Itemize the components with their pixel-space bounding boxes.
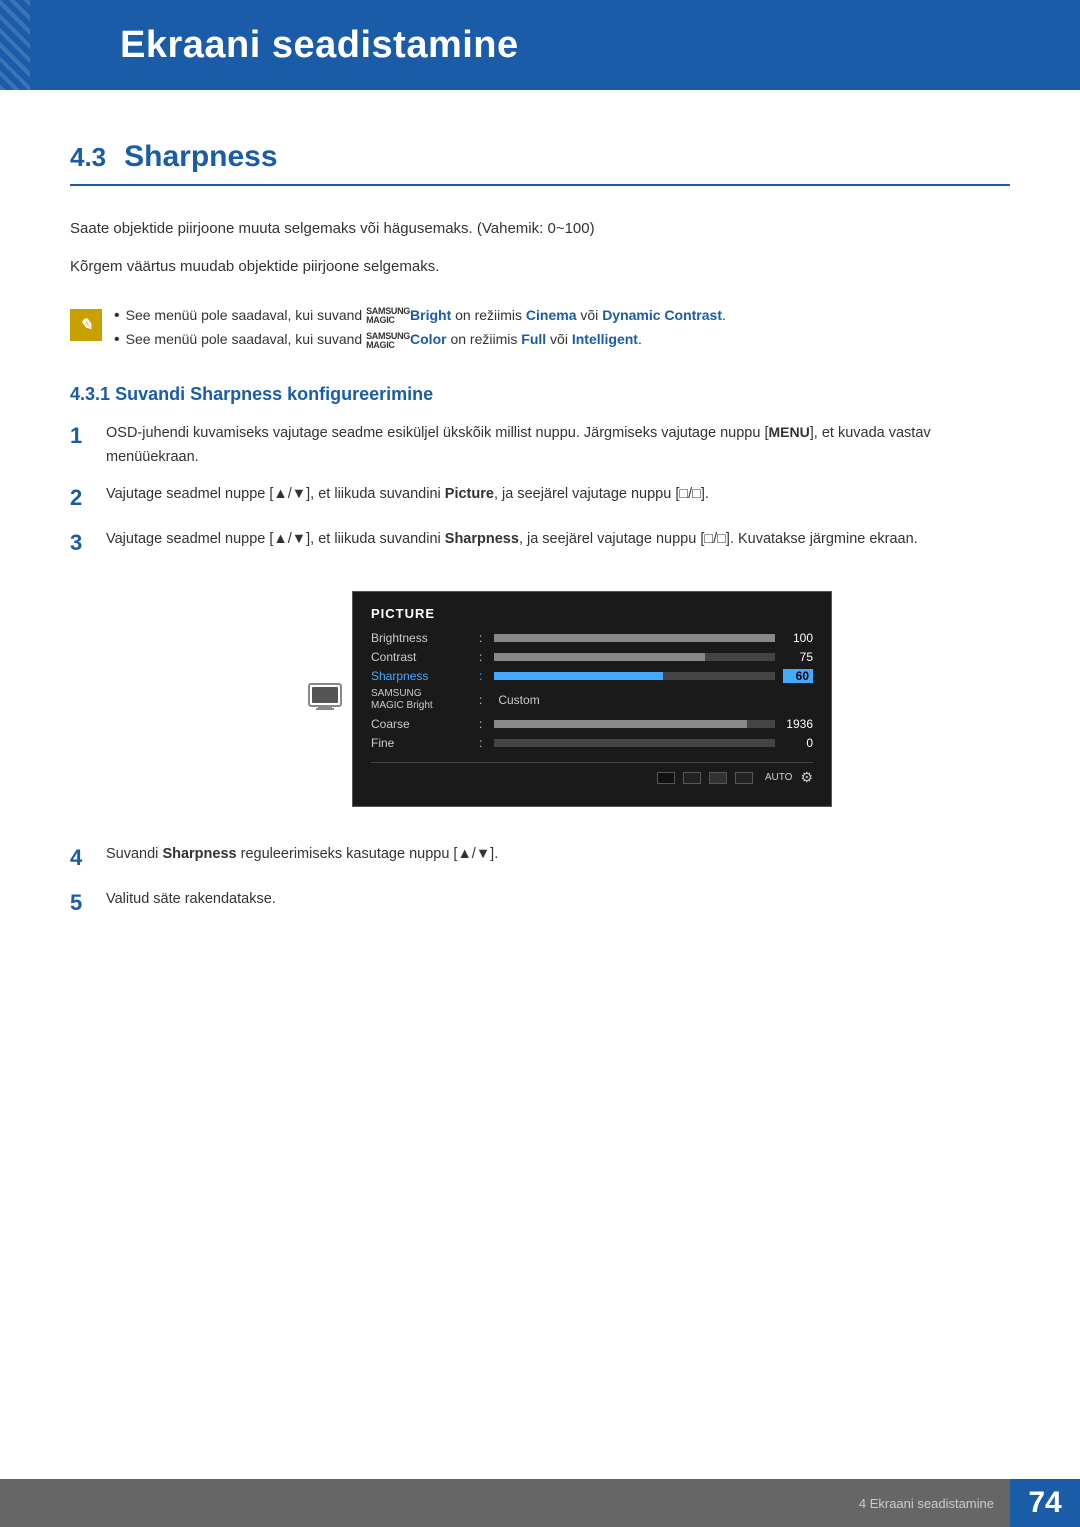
step-number-2: 2: [70, 483, 92, 514]
chapter-number: 4: [33, 10, 67, 81]
osd-custom-value: Custom: [498, 693, 539, 707]
body-line-2: Kõrgem väärtus muudab objektide piirjoon…: [70, 254, 1010, 280]
header-stripes: [0, 0, 30, 90]
step-text-1: OSD-juhendi kuvamiseks vajutage seadme e…: [106, 421, 1010, 470]
section-heading: Sharpness: [124, 140, 277, 174]
osd-row-fine: Fine : 0: [371, 736, 813, 750]
step-number-1: 1: [70, 421, 92, 452]
note-icon-symbol: ✎: [79, 315, 92, 335]
osd-label-contrast: Contrast: [371, 650, 471, 664]
step-number-5: 5: [70, 888, 92, 919]
osd-bar-contrast: [494, 653, 775, 661]
bold-picture: Picture: [445, 486, 494, 502]
menu-key-1: MENU: [769, 424, 810, 440]
note-text-2: See menüü pole saadaval, kui suvand SAMS…: [126, 331, 642, 349]
osd-row-contrast: Contrast : 75: [371, 650, 813, 664]
osd-fill-contrast: [494, 653, 704, 661]
step-text-4: Suvandi Sharpness reguleerimiseks kasuta…: [106, 843, 1010, 867]
note-item-1: • See menüü pole saadaval, kui suvand SA…: [114, 307, 726, 325]
osd-btn-3: [709, 772, 727, 784]
osd-value-coarse: 1936: [783, 717, 813, 731]
step-number-4: 4: [70, 843, 92, 874]
osd-label-magic: SAMSUNGMAGIC Bright: [371, 688, 471, 712]
osd-fill-sharpness: [494, 672, 662, 680]
header-title: Ekraani seadistamine: [100, 24, 519, 67]
osd-container: PICTURE Brightness : 100 Contrast :: [352, 591, 832, 807]
step-4: 4 Suvandi Sharpness reguleerimiseks kasu…: [70, 843, 1010, 874]
osd-bar-fine: [494, 739, 775, 747]
section-number: 4.3: [70, 142, 106, 173]
step-1: 1 OSD-juhendi kuvamiseks vajutage seadme…: [70, 421, 1010, 470]
osd-gear-icon: ⚙: [800, 769, 813, 786]
footer-chapter-label: 4 Ekraani seadistamine: [859, 1496, 1010, 1511]
osd-row-brightness: Brightness : 100: [371, 631, 813, 645]
main-content: 4.3 Sharpness Saate objektide piirjoone …: [0, 90, 1080, 993]
bold-sharpness-step4: Sharpness: [162, 846, 236, 862]
osd-value-contrast: 75: [783, 650, 813, 664]
osd-with-icon: PICTURE Brightness : 100 Contrast :: [308, 573, 832, 825]
osd-title: PICTURE: [371, 606, 813, 621]
osd-icon-row: AUTO ⚙: [371, 762, 813, 786]
note-box: ✎ • See menüü pole saadaval, kui suvand …: [70, 297, 1010, 360]
steps-list: 1 OSD-juhendi kuvamiseks vajutage seadme…: [70, 421, 1010, 559]
note-item-2: • See menüü pole saadaval, kui suvand SA…: [114, 331, 726, 349]
osd-value-sharpness: 60: [783, 669, 813, 683]
subsection-number: 4.3.1: [70, 384, 110, 404]
steps-list-2: 4 Suvandi Sharpness reguleerimiseks kasu…: [70, 843, 1010, 919]
osd-value-fine: 0: [783, 736, 813, 750]
osd-row-magic-bright: SAMSUNGMAGIC Bright : Custom: [371, 688, 813, 712]
note-content: • See menüü pole saadaval, kui suvand SA…: [114, 307, 726, 350]
osd-label-fine: Fine: [371, 736, 471, 750]
osd-label-coarse: Coarse: [371, 717, 471, 731]
note-icon: ✎: [70, 309, 102, 341]
subsection-heading: Suvandi Sharpness konfigureerimine: [115, 384, 433, 404]
step-2: 2 Vajutage seadmel nuppe [▲/▼], et liiku…: [70, 483, 1010, 514]
osd-fill-coarse: [494, 720, 747, 728]
section-title: 4.3 Sharpness: [70, 140, 1010, 186]
osd-btn-1: [657, 772, 675, 784]
bullet-2: •: [114, 331, 120, 349]
step-5: 5 Valitud säte rakendatakse.: [70, 888, 1010, 919]
osd-bar-brightness: [494, 634, 775, 642]
footer: 4 Ekraani seadistamine 74: [0, 1479, 1080, 1527]
osd-fill-brightness: [494, 634, 775, 642]
osd-wrapper: PICTURE Brightness : 100 Contrast :: [130, 573, 1010, 825]
subsection-title: 4.3.1 Suvandi Sharpness konfigureerimine: [70, 384, 1010, 405]
body-line-1: Saate objektide piirjoone muuta selgemak…: [70, 216, 1010, 242]
monitor-icon: [308, 683, 342, 716]
osd-btn-2: [683, 772, 701, 784]
osd-label-brightness: Brightness: [371, 631, 471, 645]
osd-row-coarse: Coarse : 1936: [371, 717, 813, 731]
step-number-3: 3: [70, 528, 92, 559]
osd-value-brightness: 100: [783, 631, 813, 645]
brand-magic-bright: SAMSUNGMAGIC: [366, 307, 410, 325]
footer-page-box: 74: [1010, 1479, 1080, 1527]
bold-sharpness-step3: Sharpness: [445, 531, 519, 547]
header-bar: 4 Ekraani seadistamine: [0, 0, 1080, 90]
osd-bar-coarse: [494, 720, 775, 728]
bullet-1: •: [114, 307, 120, 325]
osd-auto-label: AUTO: [765, 772, 793, 783]
osd-row-sharpness: Sharpness : 60: [371, 669, 813, 683]
step-text-3: Vajutage seadmel nuppe [▲/▼], et liikuda…: [106, 528, 1010, 552]
note-text-1: See menüü pole saadaval, kui suvand SAMS…: [126, 307, 726, 325]
footer-page-number: 74: [1028, 1486, 1061, 1520]
step-text-5: Valitud säte rakendatakse.: [106, 888, 1010, 912]
osd-bar-sharpness: [494, 672, 775, 680]
osd-label-sharpness: Sharpness: [371, 669, 471, 683]
brand-magic-color: SAMSUNGMAGIC: [366, 332, 410, 350]
osd-btn-4: [735, 772, 753, 784]
step-3: 3 Vajutage seadmel nuppe [▲/▼], et liiku…: [70, 528, 1010, 559]
step-text-2: Vajutage seadmel nuppe [▲/▼], et liikuda…: [106, 483, 1010, 507]
